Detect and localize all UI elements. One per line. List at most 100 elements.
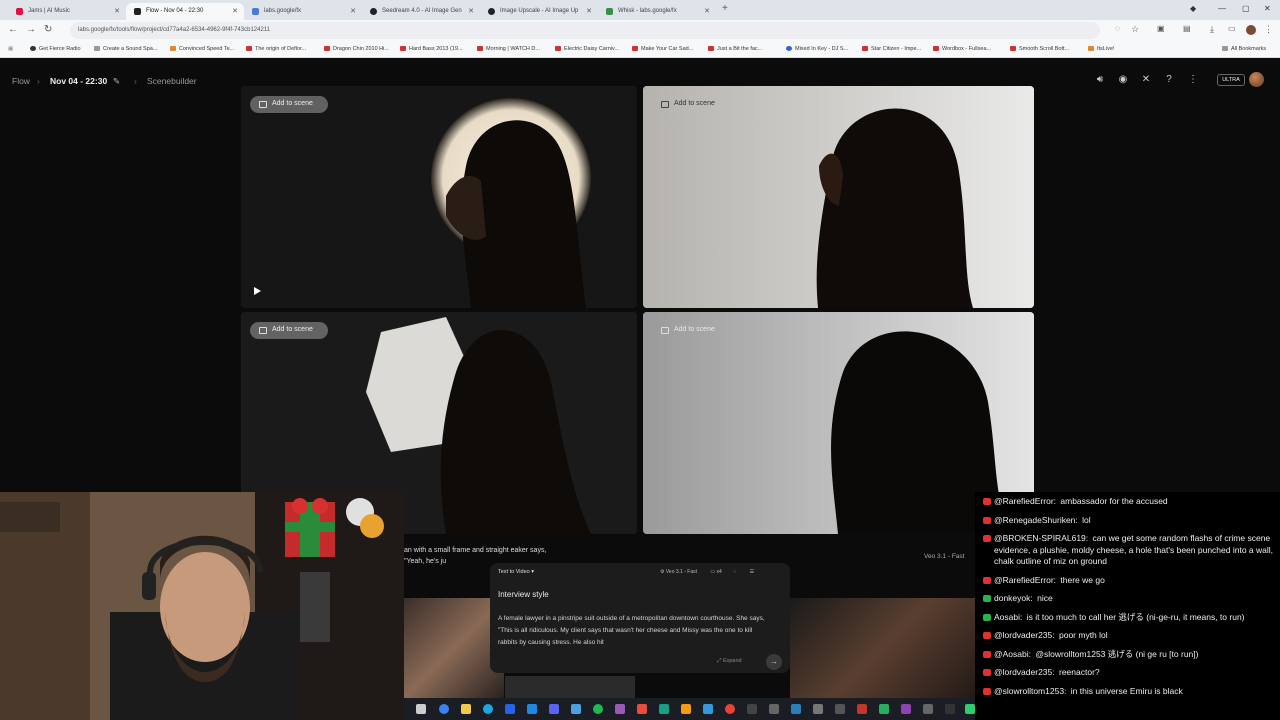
browser-tab[interactable]: Seedream 4.0 - AI Image Gen ✕	[362, 3, 480, 20]
apps-icon[interactable]: ▦	[8, 46, 13, 52]
excel-icon[interactable]	[659, 704, 669, 714]
video-tile[interactable]: Add to scene	[643, 86, 1034, 308]
bookmark[interactable]: Mixed In Key - DJ S...	[786, 46, 848, 52]
start-icon[interactable]	[416, 704, 426, 714]
app-icon[interactable]	[681, 704, 691, 714]
more-vert-icon[interactable]: ⋮	[1186, 73, 1200, 87]
bookmark[interactable]: Electric Daisy Carniv...	[555, 46, 619, 52]
close-icon[interactable]: ✕	[586, 7, 592, 15]
app-icon[interactable]	[791, 704, 801, 714]
bookmark[interactable]: Just a Bit the fac...	[708, 46, 762, 52]
help-icon[interactable]: ?	[1162, 73, 1176, 87]
browser-tab[interactable]: Jams | AI Music ✕	[8, 3, 126, 20]
speaker-icon[interactable]: 🔊︎	[1093, 73, 1107, 87]
expand-button[interactable]: ⤢ Expand	[717, 658, 742, 665]
chrome-icon[interactable]	[725, 704, 735, 714]
browser-icon[interactable]	[483, 704, 493, 714]
reload-icon[interactable]: ↻	[44, 24, 52, 35]
breadcrumb-root[interactable]: Flow	[12, 76, 30, 86]
app-icon[interactable]	[615, 704, 625, 714]
bookmark[interactable]: Morning | WATCH D...	[477, 46, 540, 52]
app-icon[interactable]	[923, 704, 933, 714]
folder-icon[interactable]	[461, 704, 471, 714]
x-twitter-icon[interactable]: ✕	[1139, 73, 1153, 87]
project-title[interactable]: Nov 04 - 22:30	[50, 76, 107, 86]
steam-icon[interactable]	[527, 704, 537, 714]
discord-icon[interactable]	[549, 704, 559, 714]
app-icon[interactable]	[857, 704, 867, 714]
forward-icon[interactable]: →	[26, 24, 36, 35]
back-icon[interactable]: ←	[8, 24, 18, 35]
extension-icon[interactable]: ◆	[1190, 4, 1196, 13]
video-tile[interactable]	[404, 598, 504, 698]
ingredients-icon[interactable]: ◌	[733, 569, 736, 575]
add-to-scene-button[interactable]: Add to scene	[250, 322, 328, 339]
prompt-input[interactable]: A female lawyer in a pinstripe suit outs…	[498, 613, 772, 649]
send-button[interactable]: →	[766, 654, 782, 670]
browser-tab[interactable]: labs.google/fx ✕	[244, 3, 362, 20]
browser-menu-icon[interactable]: ⋮	[1264, 24, 1273, 35]
bookmark[interactable]: Smooth Scroll Bott...	[1010, 46, 1069, 52]
app-icon[interactable]	[901, 704, 911, 714]
model-select[interactable]: ⚙ Veo 3.1 - Fast ▭ x4 ◌ ☰	[660, 569, 754, 575]
spotify-icon[interactable]	[593, 704, 603, 714]
app-icon[interactable]	[769, 704, 779, 714]
mode-select[interactable]: Text to Video ▾	[498, 569, 534, 580]
bookmark[interactable]: Star Citizen - Impe...	[862, 46, 921, 52]
app-icon[interactable]	[747, 704, 757, 714]
video-tile[interactable]	[505, 676, 635, 698]
breadcrumb-scenebuilder[interactable]: Scenebuilder	[147, 76, 197, 86]
close-icon[interactable]: ✕	[468, 7, 474, 15]
video-tile[interactable]	[790, 598, 975, 698]
window-close-icon[interactable]: ✕	[1264, 4, 1271, 13]
bookmark[interactable]: Convinced Speed Te...	[170, 46, 234, 52]
browser-tab-active[interactable]: Flow - Nov 04 - 22:30 ✕	[126, 3, 244, 20]
new-tab-icon[interactable]: +	[722, 3, 728, 14]
add-to-scene-button[interactable]: Add to scene	[652, 322, 730, 339]
close-icon[interactable]: ✕	[350, 7, 356, 15]
eye-off-icon[interactable]: ◌	[1115, 24, 1120, 33]
close-icon[interactable]: ✕	[232, 7, 238, 15]
avatar[interactable]	[1249, 72, 1264, 87]
edit-pencil-icon[interactable]: ✎	[113, 76, 120, 87]
add-to-scene-button[interactable]: Add to scene	[250, 96, 328, 113]
minimize-icon[interactable]: —	[1218, 4, 1226, 13]
discord-icon[interactable]: ◉	[1116, 73, 1130, 87]
prompt-title[interactable]: Interview style	[498, 590, 549, 599]
bookmark[interactable]: Wordbox - Fullsea...	[933, 46, 991, 52]
app-icon[interactable]	[813, 704, 823, 714]
edge-icon[interactable]	[439, 704, 449, 714]
bookmark[interactable]: Get Fierce Radio	[30, 46, 81, 52]
bookmark[interactable]: Create a Sound Spa...	[94, 46, 157, 52]
bookmark[interactable]: Hard Bass 2013 (19...	[400, 46, 463, 52]
add-to-scene-button[interactable]: Add to scene	[652, 96, 730, 113]
browser-tab[interactable]: Whisk - labs.google/fx ✕	[598, 3, 716, 20]
app-icon[interactable]	[703, 704, 713, 714]
app-icon[interactable]	[571, 704, 581, 714]
app-icon[interactable]	[637, 704, 647, 714]
output-count[interactable]: ▭ x4	[710, 569, 721, 575]
play-icon[interactable]	[254, 287, 261, 295]
download-icon[interactable]: ⤓	[1210, 24, 1214, 35]
address-bar[interactable]: labs.google/fx/tools/flow/project/cd77a4…	[70, 22, 1100, 39]
close-icon[interactable]: ✕	[114, 7, 120, 15]
bookmark[interactable]: Dragon Chin 2010 Hi...	[324, 46, 389, 52]
browser-tab[interactable]: Image Upscale - AI Image Up ✕	[480, 3, 598, 20]
bookmark[interactable]: The origin of Deflor...	[246, 46, 306, 52]
browser-profile-avatar[interactable]	[1246, 25, 1256, 35]
video-tile[interactable]: Add to scene	[241, 86, 637, 308]
extensions-icon[interactable]: ▣	[1157, 24, 1165, 33]
app-icon[interactable]	[945, 704, 955, 714]
sidebar-icon[interactable]: ▤	[1183, 24, 1191, 33]
bookmark[interactable]: ItsLive!	[1088, 46, 1114, 52]
app-icon[interactable]	[879, 704, 889, 714]
app-icon[interactable]	[965, 704, 975, 714]
app-icon[interactable]	[835, 704, 845, 714]
screenshot-icon[interactable]: ▭	[1228, 24, 1236, 33]
bookmark[interactable]: Make Your Car Sad...	[632, 46, 693, 52]
store-icon[interactable]	[505, 704, 515, 714]
star-icon[interactable]: ☆	[1131, 24, 1139, 35]
maximize-icon[interactable]: ▢	[1242, 4, 1250, 13]
close-icon[interactable]: ✕	[704, 7, 710, 15]
all-bookmarks[interactable]: All Bookmarks	[1222, 46, 1266, 52]
